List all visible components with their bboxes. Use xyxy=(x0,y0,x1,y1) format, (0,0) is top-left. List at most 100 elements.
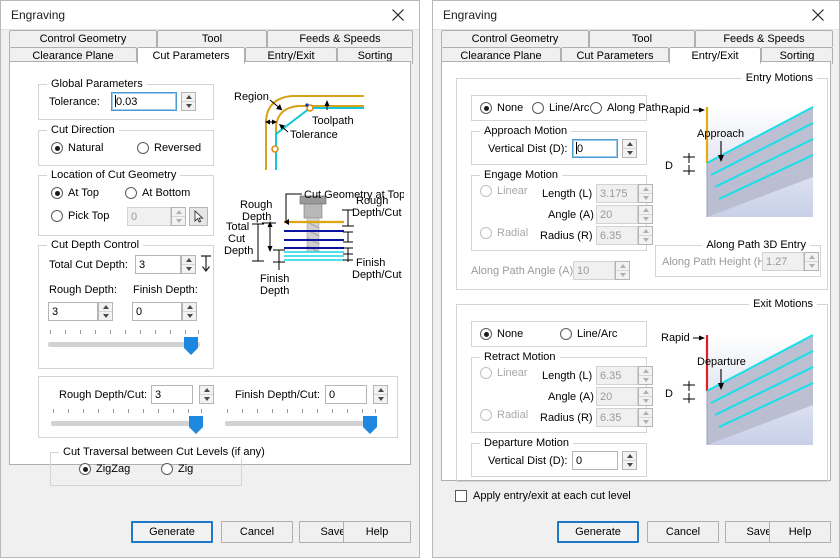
retract-angle-input[interactable]: 20 xyxy=(596,387,638,406)
finish-depth-spinner[interactable] xyxy=(182,302,197,321)
spinner-up[interactable] xyxy=(182,93,195,102)
spinner-up[interactable] xyxy=(172,208,185,217)
retract-length-input[interactable]: 6.35 xyxy=(596,366,638,385)
spinner-up[interactable] xyxy=(639,185,652,194)
approach-vertical-dist-spinner[interactable] xyxy=(622,139,637,158)
spinner-down[interactable] xyxy=(172,217,185,225)
slider-thumb[interactable] xyxy=(184,337,198,355)
approach-vertical-dist-input[interactable]: 0 xyxy=(572,139,618,158)
tab-control-geometry[interactable]: Control Geometry xyxy=(9,30,157,47)
cancel-button[interactable]: Cancel xyxy=(647,521,719,543)
radio-engage-radial[interactable]: Radial xyxy=(480,227,528,239)
radio-location-at-bottom[interactable]: At Bottom xyxy=(125,187,190,199)
spinner-up[interactable] xyxy=(639,388,652,397)
pick-top-button[interactable] xyxy=(189,207,208,226)
total-cut-depth-spinner[interactable] xyxy=(181,255,196,274)
radio-entry-line-arc[interactable]: Line/Arc xyxy=(532,102,589,114)
finish-depth-cut-spinner[interactable] xyxy=(373,385,388,404)
along-path-height-spinner[interactable] xyxy=(804,252,819,271)
tolerance-input[interactable]: 0.03 xyxy=(111,92,177,111)
spinner-down[interactable] xyxy=(183,312,196,320)
retract-angle-spinner[interactable] xyxy=(638,387,653,406)
radio-location-at-top[interactable]: At Top xyxy=(51,187,99,199)
tab-entry-exit[interactable]: Entry/Exit xyxy=(669,47,761,64)
retract-length-spinner[interactable] xyxy=(638,366,653,385)
depth-direction-button[interactable] xyxy=(199,254,213,277)
departure-vertical-dist-input[interactable]: 0 xyxy=(572,451,618,470)
cancel-button[interactable]: Cancel xyxy=(221,521,293,543)
radio-location-pick-top[interactable]: Pick Top xyxy=(51,210,109,222)
radio-retract-radial[interactable]: Radial xyxy=(480,409,528,421)
tab-tool[interactable]: Tool xyxy=(589,30,695,47)
pick-top-spinner[interactable] xyxy=(171,207,186,226)
finish-depth-cut-input[interactable]: 0 xyxy=(325,385,367,404)
rough-depth-input[interactable]: 3 xyxy=(48,302,98,321)
spinner-up[interactable] xyxy=(183,303,196,312)
total-cut-depth-input[interactable]: 3 xyxy=(135,255,181,274)
spinner-down[interactable] xyxy=(805,262,818,270)
spinner-down[interactable] xyxy=(200,395,213,403)
spinner-down[interactable] xyxy=(639,215,652,223)
radio-traversal-zigzag[interactable]: ZigZag xyxy=(79,463,130,475)
engage-length-input[interactable]: 3.175 xyxy=(596,184,638,203)
slider-thumb[interactable] xyxy=(363,416,377,434)
spinner-up[interactable] xyxy=(639,367,652,376)
spinner-up[interactable] xyxy=(616,262,629,271)
engage-radius-input[interactable]: 6.35 xyxy=(596,226,638,245)
spinner-down[interactable] xyxy=(639,376,652,384)
slider-thumb[interactable] xyxy=(189,416,203,434)
radio-retract-linear[interactable]: Linear xyxy=(480,367,528,379)
help-button[interactable]: Help xyxy=(343,521,411,543)
close-button[interactable] xyxy=(797,1,839,29)
spinner-up[interactable] xyxy=(805,253,818,262)
radio-engage-linear[interactable]: Linear xyxy=(480,185,528,197)
engage-angle-spinner[interactable] xyxy=(638,205,653,224)
along-path-angle-input[interactable]: 10 xyxy=(573,261,615,280)
radio-exit-line-arc[interactable]: Line/Arc xyxy=(560,328,617,340)
apply-entry-exit-checkbox[interactable]: Apply entry/exit at each cut level xyxy=(455,490,631,502)
rough-depth-cut-slider[interactable] xyxy=(51,409,203,435)
spinner-up[interactable] xyxy=(99,303,112,312)
radio-entry-none[interactable]: None xyxy=(480,102,523,114)
close-button[interactable] xyxy=(377,1,419,29)
radio-cut-direction-natural[interactable]: Natural xyxy=(51,142,103,154)
pick-top-input[interactable]: 0 xyxy=(127,207,171,226)
tab-cut-parameters[interactable]: Cut Parameters xyxy=(137,47,245,64)
generate-button[interactable]: Generate xyxy=(557,521,639,543)
tab-tool[interactable]: Tool xyxy=(157,30,267,47)
spinner-down[interactable] xyxy=(182,265,195,273)
spinner-down[interactable] xyxy=(616,271,629,279)
depth-slider[interactable] xyxy=(48,330,200,356)
spinner-down[interactable] xyxy=(623,149,636,157)
spinner-up[interactable] xyxy=(639,409,652,418)
help-button[interactable]: Help xyxy=(769,521,831,543)
radio-exit-none[interactable]: None xyxy=(480,328,523,340)
radio-cut-direction-reversed[interactable]: Reversed xyxy=(137,142,201,154)
finish-depth-input[interactable]: 0 xyxy=(132,302,182,321)
rough-depth-cut-input[interactable]: 3 xyxy=(151,385,193,404)
spinner-down[interactable] xyxy=(99,312,112,320)
engage-length-spinner[interactable] xyxy=(638,184,653,203)
spinner-down[interactable] xyxy=(639,194,652,202)
spinner-down[interactable] xyxy=(623,461,636,469)
spinner-down[interactable] xyxy=(374,395,387,403)
spinner-down[interactable] xyxy=(639,418,652,426)
radio-traversal-zig[interactable]: Zig xyxy=(161,463,193,475)
spinner-up[interactable] xyxy=(200,386,213,395)
rough-depth-spinner[interactable] xyxy=(98,302,113,321)
spinner-down[interactable] xyxy=(639,236,652,244)
retract-radius-spinner[interactable] xyxy=(638,408,653,427)
departure-vertical-dist-spinner[interactable] xyxy=(622,451,637,470)
tab-feeds-speeds[interactable]: Feeds & Speeds xyxy=(695,30,833,47)
engage-radius-spinner[interactable] xyxy=(638,226,653,245)
retract-radius-input[interactable]: 6.35 xyxy=(596,408,638,427)
tab-control-geometry[interactable]: Control Geometry xyxy=(441,30,589,47)
spinner-up[interactable] xyxy=(374,386,387,395)
generate-button[interactable]: Generate xyxy=(131,521,213,543)
along-path-angle-spinner[interactable] xyxy=(615,261,630,280)
spinner-down[interactable] xyxy=(639,397,652,405)
engage-angle-input[interactable]: 20 xyxy=(596,205,638,224)
radio-entry-along-path[interactable]: Along Path xyxy=(590,102,661,114)
tolerance-spinner[interactable] xyxy=(181,92,196,111)
spinner-up[interactable] xyxy=(623,452,636,461)
